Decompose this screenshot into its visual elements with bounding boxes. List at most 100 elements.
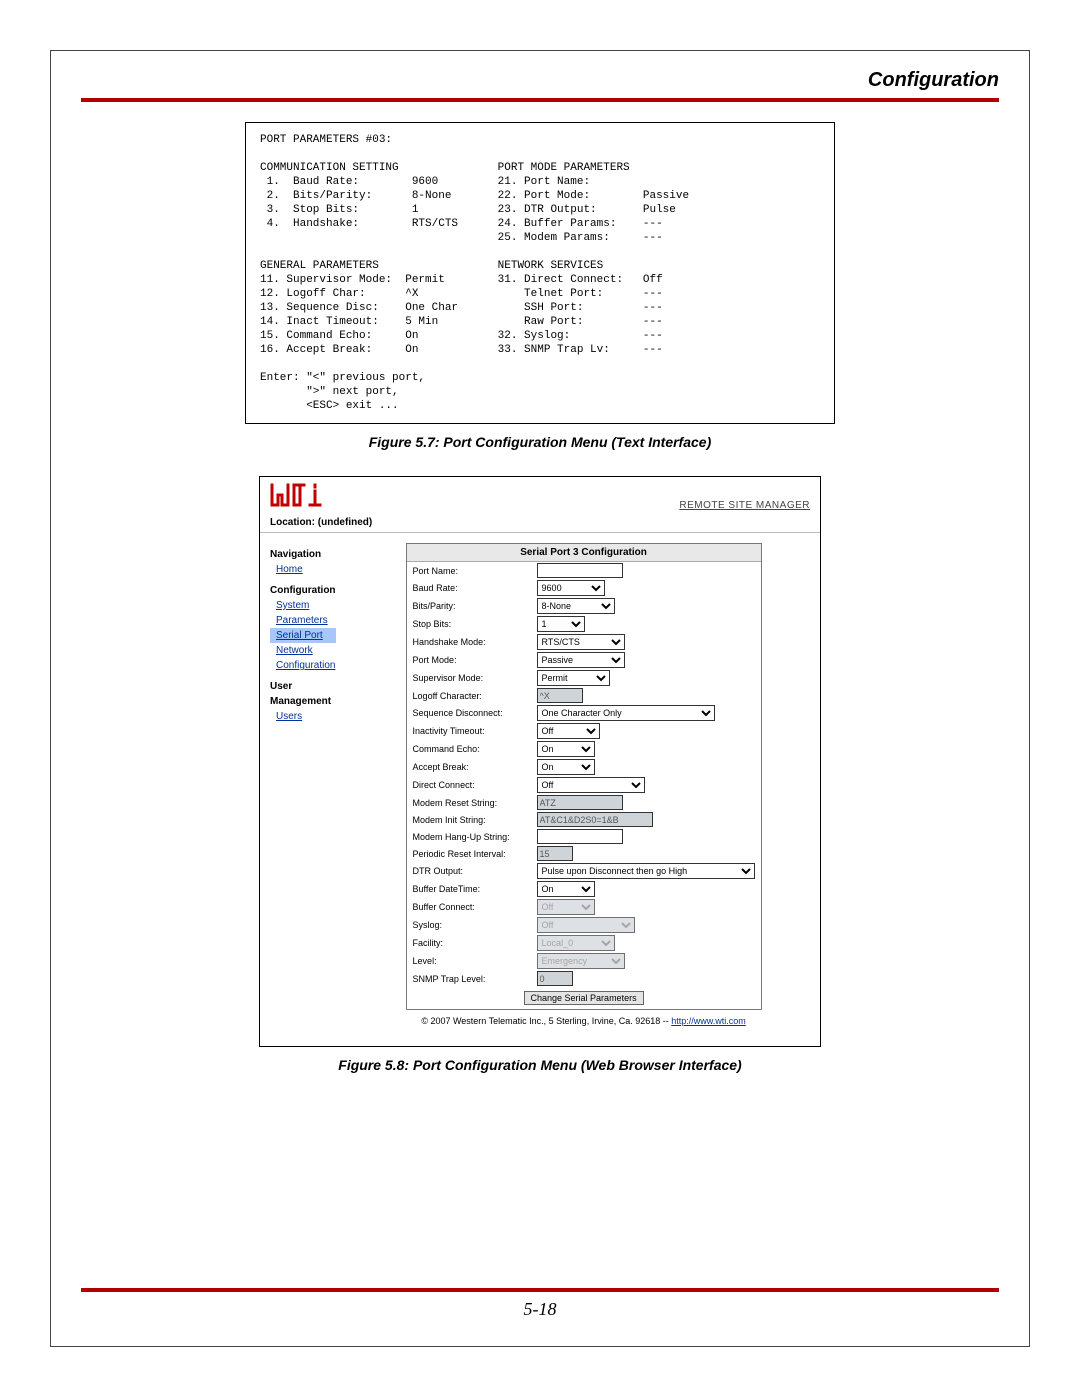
label-dtr-output: DTR Output: bbox=[413, 866, 531, 876]
select-dtr-output[interactable]: Pulse upon Disconnect then go High bbox=[537, 863, 755, 879]
select-facility: Local_0 bbox=[537, 935, 615, 951]
form-row-inactivity-timeout: Inactivity Timeout: Off bbox=[407, 722, 761, 740]
figure-5-7-caption: Figure 5.7: Port Configuration Menu (Tex… bbox=[81, 434, 999, 450]
label-accept-break: Accept Break: bbox=[413, 762, 531, 772]
label-baud-rate: Baud Rate: bbox=[413, 583, 531, 593]
label-inactivity-timeout: Inactivity Timeout: bbox=[413, 726, 531, 736]
nav-link-home[interactable]: Home bbox=[270, 562, 336, 577]
form-row-logoff-char: Logoff Character: bbox=[407, 687, 761, 704]
page-header: Configuration bbox=[51, 51, 1029, 98]
label-syslog: Syslog: bbox=[413, 920, 531, 930]
label-level: Level: bbox=[413, 956, 531, 966]
label-buffer-connect: Buffer Connect: bbox=[413, 902, 531, 912]
form-row-port-mode: Port Mode: Passive bbox=[407, 651, 761, 669]
form-row-handshake: Handshake Mode: RTS/CTS bbox=[407, 633, 761, 651]
select-buffer-datetime[interactable]: On bbox=[537, 881, 595, 897]
form-row-bits-parity: Bits/Parity: 8-None bbox=[407, 597, 761, 615]
select-handshake[interactable]: RTS/CTS bbox=[537, 634, 625, 650]
label-modem-hangup: Modem Hang-Up String: bbox=[413, 832, 531, 842]
nav-link-system-parameters[interactable]: System Parameters bbox=[270, 598, 336, 628]
select-buffer-connect: Off bbox=[537, 899, 595, 915]
label-supervisor-mode: Supervisor Mode: bbox=[413, 673, 531, 683]
input-modem-reset bbox=[537, 795, 623, 810]
label-buffer-datetime: Buffer DateTime: bbox=[413, 884, 531, 894]
remote-site-manager-label: REMOTE SITE MANAGER bbox=[679, 500, 810, 511]
form-row-accept-break: Accept Break: On bbox=[407, 758, 761, 776]
label-modem-reset: Modem Reset String: bbox=[413, 798, 531, 808]
input-modem-hangup[interactable] bbox=[537, 829, 623, 844]
footer-link[interactable]: http://www.wti.com bbox=[671, 1016, 746, 1026]
label-port-mode: Port Mode: bbox=[413, 655, 531, 665]
select-sequence-disconnect[interactable]: One Character Only bbox=[537, 705, 715, 721]
form-row-snmp-trap: SNMP Trap Level: bbox=[407, 970, 761, 987]
label-periodic-reset: Periodic Reset Interval: bbox=[413, 849, 531, 859]
select-port-mode[interactable]: Passive bbox=[537, 652, 625, 668]
form-row-baud-rate: Baud Rate: 9600 bbox=[407, 579, 761, 597]
form-row-stop-bits: Stop Bits: 1 bbox=[407, 615, 761, 633]
label-command-echo: Command Echo: bbox=[413, 744, 531, 754]
label-logoff-char: Logoff Character: bbox=[413, 691, 531, 701]
label-snmp-trap: SNMP Trap Level: bbox=[413, 974, 531, 984]
form-row-syslog: Syslog: Off bbox=[407, 916, 761, 934]
form-row-buffer-datetime: Buffer DateTime: On bbox=[407, 880, 761, 898]
banner: REMOTE SITE MANAGER bbox=[260, 477, 820, 513]
terminal-box: PORT PARAMETERS #03: COMMUNICATION SETTI… bbox=[245, 122, 835, 424]
location-bar: Location: (undefined) bbox=[260, 513, 820, 533]
nav-heading-configuration: Configuration bbox=[270, 583, 336, 598]
label-handshake: Handshake Mode: bbox=[413, 637, 531, 647]
label-facility: Facility: bbox=[413, 938, 531, 948]
input-modem-init bbox=[537, 812, 653, 827]
nav-link-network-configuration[interactable]: Network Configuration bbox=[270, 643, 336, 673]
nav-link-users[interactable]: Users bbox=[270, 709, 336, 724]
figure-5-8-caption: Figure 5.8: Port Configuration Menu (Web… bbox=[81, 1057, 999, 1073]
form-row-modem-reset: Modem Reset String: bbox=[407, 794, 761, 811]
form-row-facility: Facility: Local_0 bbox=[407, 934, 761, 952]
form-row-modem-init: Modem Init String: bbox=[407, 811, 761, 828]
label-bits-parity: Bits/Parity: bbox=[413, 601, 531, 611]
form-row-periodic-reset: Periodic Reset Interval: bbox=[407, 845, 761, 862]
nav-heading-user-management: User Management bbox=[270, 679, 336, 709]
select-bits-parity[interactable]: 8-None bbox=[537, 598, 615, 614]
browser-box: REMOTE SITE MANAGER Location: (undefined… bbox=[259, 476, 821, 1047]
select-stop-bits[interactable]: 1 bbox=[537, 616, 585, 632]
select-inactivity-timeout[interactable]: Off bbox=[537, 723, 600, 739]
serial-port-form: Serial Port 3 Configuration Port Name: Ba… bbox=[406, 543, 762, 1010]
form-row-sequence-disconnect: Sequence Disconnect: One Character Only bbox=[407, 704, 761, 722]
select-syslog: Off bbox=[537, 917, 635, 933]
label-modem-init: Modem Init String: bbox=[413, 815, 531, 825]
browser-footer: © 2007 Western Telematic Inc., 5 Sterlin… bbox=[346, 1010, 822, 1036]
form-title: Serial Port 3 Configuration bbox=[407, 544, 761, 562]
wti-logo bbox=[270, 483, 340, 511]
input-snmp-trap bbox=[537, 971, 573, 986]
nav-link-serial-port[interactable]: Serial Port bbox=[270, 628, 336, 643]
page-number: 5-18 bbox=[51, 1299, 1029, 1320]
input-port-name[interactable] bbox=[537, 563, 623, 578]
select-accept-break[interactable]: On bbox=[537, 759, 595, 775]
label-stop-bits: Stop Bits: bbox=[413, 619, 531, 629]
select-command-echo[interactable]: On bbox=[537, 741, 595, 757]
label-direct-connect: Direct Connect: bbox=[413, 780, 531, 790]
label-sequence-disconnect: Sequence Disconnect: bbox=[413, 708, 531, 718]
form-row-direct-connect: Direct Connect: Off bbox=[407, 776, 761, 794]
footer-rule bbox=[81, 1288, 999, 1292]
nav-heading-navigation: Navigation bbox=[270, 547, 336, 562]
select-baud-rate[interactable]: 9600 bbox=[537, 580, 605, 596]
form-main: Serial Port 3 Configuration Port Name: Ba… bbox=[346, 533, 822, 1046]
form-row-dtr-output: DTR Output: Pulse upon Disconnect then go… bbox=[407, 862, 761, 880]
select-level: Emergency bbox=[537, 953, 625, 969]
form-row-level: Level: Emergency bbox=[407, 952, 761, 970]
form-row-modem-hangup: Modem Hang-Up String: bbox=[407, 828, 761, 845]
form-row-port-name: Port Name: bbox=[407, 562, 761, 579]
navigation-sidebar: Navigation Home Configuration System Par… bbox=[260, 533, 346, 1046]
select-direct-connect[interactable]: Off bbox=[537, 777, 645, 793]
label-port-name: Port Name: bbox=[413, 566, 531, 576]
document-page: Configuration PORT PARAMETERS #03: COMMU… bbox=[50, 50, 1030, 1347]
form-row-buffer-connect: Buffer Connect: Off bbox=[407, 898, 761, 916]
input-logoff-char bbox=[537, 688, 583, 703]
select-supervisor-mode[interactable]: Permit bbox=[537, 670, 610, 686]
form-row-command-echo: Command Echo: On bbox=[407, 740, 761, 758]
change-serial-parameters-button[interactable]: Change Serial Parameters bbox=[524, 991, 644, 1005]
form-row-supervisor-mode: Supervisor Mode: Permit bbox=[407, 669, 761, 687]
input-periodic-reset bbox=[537, 846, 573, 861]
content: PORT PARAMETERS #03: COMMUNICATION SETTI… bbox=[51, 102, 1029, 1073]
